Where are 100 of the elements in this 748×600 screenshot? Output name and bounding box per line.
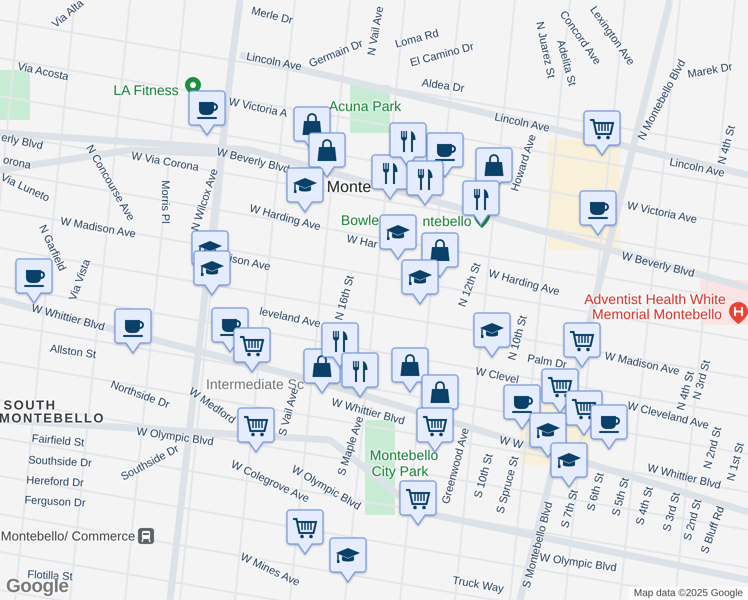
- street-label: Southside Dr: [28, 454, 92, 470]
- shopping-bag-icon: [484, 154, 504, 176]
- shopping-cart-icon: [548, 377, 572, 398]
- shopping-cart-icon: [240, 336, 264, 356]
- map-marker[interactable]: [590, 404, 628, 450]
- shopping-bag-icon: [430, 239, 450, 261]
- street-label: Lincoln Ave: [245, 50, 303, 74]
- park-label: ntebello: [422, 213, 472, 229]
- map-marker[interactable]: [399, 480, 437, 526]
- shopping-bag-icon: [430, 381, 450, 403]
- street-label: W Madison Ave: [603, 350, 681, 378]
- street-label: ison Ave: [228, 252, 272, 274]
- map-marker[interactable]: [193, 250, 231, 296]
- map-marker[interactable]: [550, 442, 588, 488]
- coffee-cup-icon: [197, 102, 218, 119]
- shopping-cart-icon: [572, 399, 596, 420]
- shopping-cart-icon: [590, 119, 614, 140]
- street-label: S 10th St: [472, 452, 496, 500]
- street-label: Fairfield St: [31, 432, 85, 450]
- street-label: S 6th St: [585, 472, 607, 512]
- area-label: MONTEBELLO: [0, 410, 105, 426]
- coffee-cup-icon: [435, 144, 456, 161]
- map-marker[interactable]: [188, 90, 226, 136]
- street-label: S 5th St: [610, 476, 632, 518]
- map-marker[interactable]: [379, 214, 417, 260]
- map-marker[interactable]: [341, 352, 379, 398]
- street-label: N 1st St: [725, 442, 747, 482]
- street-label: Lincoln Ave: [493, 111, 551, 135]
- coffee-cup-icon: [123, 320, 144, 337]
- shopping-cart-icon: [293, 518, 318, 538]
- shopping-cart-icon: [423, 416, 448, 436]
- shopping-bag-icon: [312, 355, 332, 377]
- street-label: Via Vista: [67, 258, 93, 302]
- street-label: N Juarez St: [533, 20, 557, 80]
- shopping-bag-icon: [318, 139, 336, 161]
- park-label: Bowle: [340, 212, 380, 228]
- map-marker[interactable]: [406, 160, 444, 206]
- street-label: W Clevel: [474, 366, 520, 386]
- street-label: W W: [498, 434, 524, 452]
- fork-knife-icon: [333, 331, 348, 352]
- graduation-cap-icon: [336, 548, 360, 563]
- hospital-label: Adventist Health White: [584, 291, 726, 307]
- street-label: N Vail Ave: [366, 5, 386, 57]
- graduation-cap-icon: [200, 261, 224, 276]
- street-label: Morris Pl: [159, 180, 171, 224]
- street-label: Marek Dr: [686, 61, 734, 81]
- street-label: W Via Corona: [130, 150, 200, 174]
- street-label: Via Acosta: [16, 60, 70, 84]
- graduation-cap-icon: [386, 225, 410, 240]
- street-label: Howard Ave: [509, 133, 539, 193]
- street-label: W Whittier Blvd: [30, 302, 106, 334]
- coffee-cup-icon: [24, 270, 45, 287]
- shopping-cart-icon: [244, 416, 268, 436]
- graduation-cap-icon: [480, 323, 504, 338]
- street-label: Merle Dr: [250, 5, 294, 27]
- coffee-cup-icon: [512, 396, 533, 413]
- graduation-cap-icon: [536, 423, 560, 438]
- street-label: Hereford Dr: [26, 474, 84, 490]
- map-marker[interactable]: [391, 347, 429, 393]
- street-label: Loma Rd: [394, 27, 440, 51]
- fork-knife-icon: [401, 131, 416, 152]
- street-label: Allston St: [49, 342, 97, 362]
- street-label: S 7th St: [559, 488, 581, 530]
- park-label: City Park: [372, 463, 428, 479]
- street-label: W Victoria Ave: [626, 200, 698, 226]
- street-label: Truck Way: [451, 574, 505, 596]
- street-label: S Maple Ave: [336, 414, 366, 478]
- street-label: leveland Ave: [258, 306, 322, 330]
- street-label: orona: [2, 154, 32, 172]
- map-marker[interactable]: [583, 110, 621, 156]
- map-marker[interactable]: [233, 327, 271, 373]
- map-marker[interactable]: [286, 509, 324, 555]
- fork-knife-icon: [418, 169, 432, 190]
- coffee-cup-icon: [588, 202, 609, 219]
- park-label: Montebello: [370, 447, 438, 463]
- street-label: N 12th St: [456, 261, 484, 309]
- street-label: Via Alta: [50, 0, 86, 31]
- graduation-cap-icon: [293, 178, 317, 193]
- map-attribution: Map data ©2025 Google: [628, 587, 748, 600]
- area-label: SOUTH: [4, 398, 56, 412]
- city-label: Monte: [326, 179, 372, 197]
- coffee-cup-icon: [220, 319, 241, 336]
- fork-knife-icon: [474, 189, 488, 210]
- street-label: Ferguson Dr: [24, 494, 86, 510]
- graduation-cap-icon: [408, 270, 432, 285]
- park-label: LA Fitness: [113, 82, 179, 98]
- street-label: Palm Dr: [526, 352, 568, 372]
- map-marker[interactable]: [237, 407, 275, 453]
- map-marker[interactable]: [389, 122, 427, 168]
- fork-knife-icon: [383, 163, 398, 184]
- map-marker[interactable]: [579, 190, 617, 236]
- street-label: S 3rd St: [661, 491, 683, 533]
- map-marker[interactable]: [329, 537, 367, 583]
- map-marker[interactable]: [401, 259, 439, 305]
- shopping-cart-icon: [406, 489, 430, 510]
- park-label: Acuna Park: [328, 98, 402, 114]
- street-label: S Spruce St: [494, 455, 522, 515]
- street-label: W Beverly Blvd: [620, 250, 696, 280]
- map-marker[interactable]: [114, 308, 152, 354]
- shopping-cart-icon: [570, 331, 594, 352]
